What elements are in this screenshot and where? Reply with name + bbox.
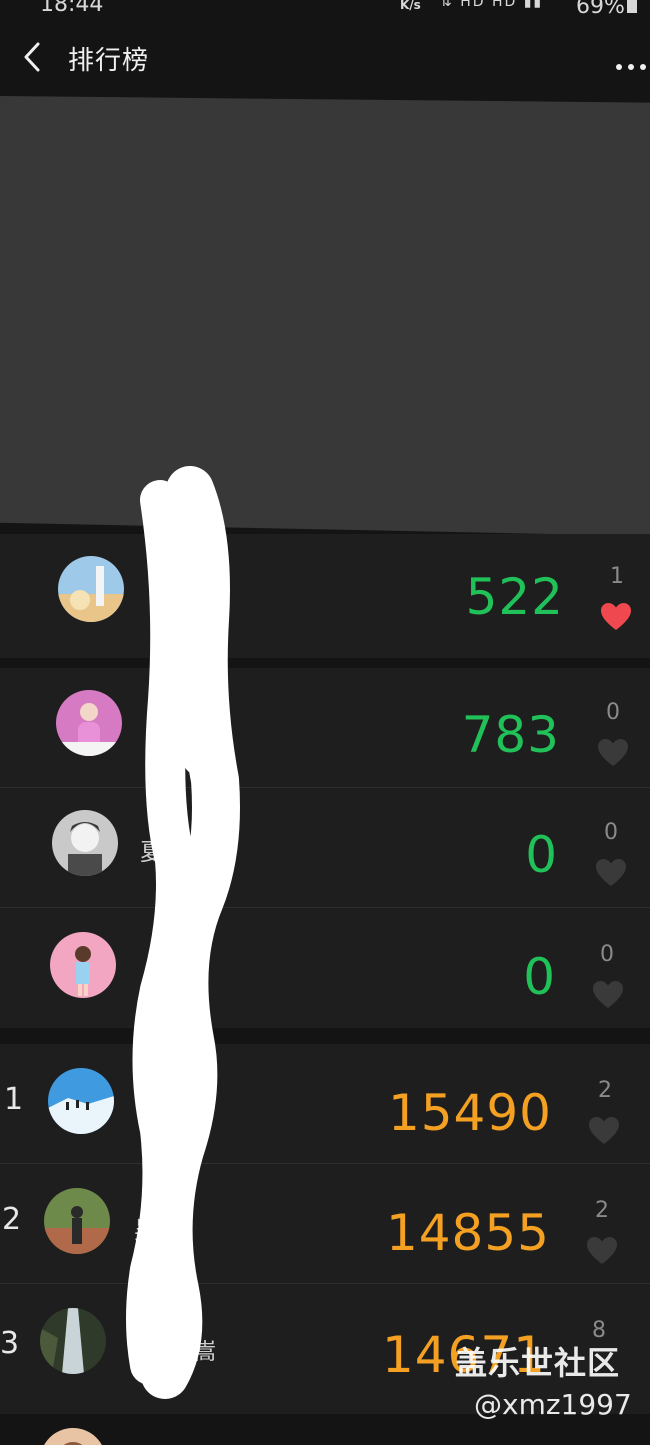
my-ranking-row[interactable]: 肙 名 522 1 [0,534,650,658]
step-count: 522 [465,568,564,626]
battery-level: 69% [576,0,637,19]
battery-icon [626,0,637,13]
user-name: 肙 [200,568,223,593]
user-name: 伍嵩 [172,1340,217,1365]
ranking-row-2[interactable]: 2 吴 14855 2 [0,1164,650,1284]
heart-icon[interactable] [597,738,629,768]
step-count: 0 [523,948,556,1006]
avatar-partial[interactable] [40,1428,106,1445]
avatar[interactable] [56,690,122,756]
heart-icon[interactable] [588,1116,620,1146]
rank-number: 2 [2,1202,22,1237]
signal-icons: ⇅ HD HD ▮▮ [440,0,543,10]
ranking-row-1[interactable]: 1 15490 2 [0,1044,650,1164]
like-count: 2 [598,1078,612,1103]
friend-row-3[interactable]: 0 0 [0,908,650,1028]
rank-number: 3 [0,1326,20,1361]
watermark-title: 盖乐世社区 [455,1344,621,1382]
avatar[interactable] [50,932,116,998]
more-dots-icon[interactable] [614,62,648,72]
user-subtitle: 名 [208,602,231,627]
heart-icon[interactable] [592,980,624,1010]
chevron-left-icon[interactable] [20,40,46,74]
net-speed: K/s [400,0,421,12]
heart-icon[interactable] [586,1236,618,1266]
friend-row-2[interactable]: 夏 0 0 [0,788,650,908]
user-name: 吴 [134,1216,158,1244]
battery-percent: 69% [576,0,625,19]
status-bar: 18:44 K/s ⇅ HD HD ▮▮ 69% [0,0,650,22]
heart-icon[interactable] [595,858,627,888]
rank-number: 1 [4,1082,24,1117]
cover-banner[interactable] [0,96,650,536]
page-title: 排行榜 [68,46,150,76]
step-count: 14855 [385,1204,550,1262]
like-count: 0 [604,820,618,845]
user-name: 夏 [140,838,164,866]
step-count: 15490 [387,1084,552,1142]
like-count: 1 [610,564,624,589]
step-count: 783 [461,706,560,764]
step-count: 0 [525,826,558,884]
app-header: 排行榜 [0,22,650,96]
avatar[interactable] [52,810,118,876]
friend-row-1[interactable]: 783 0 [0,668,650,788]
avatar[interactable] [58,556,124,622]
avatar[interactable] [48,1068,114,1134]
screen: 18:44 K/s ⇅ HD HD ▮▮ 69% 排行榜 肙 名 522 1 7… [0,0,650,1445]
watermark-handle: @xmz1997 [474,1388,632,1421]
signal-labels: HD HD [460,0,518,10]
heart-icon[interactable] [600,602,632,632]
avatar[interactable] [44,1188,110,1254]
avatar[interactable] [40,1308,106,1374]
like-count: 2 [595,1198,609,1223]
like-count: 0 [606,700,620,725]
status-time: 18:44 [40,0,104,17]
like-count: 0 [600,942,614,967]
